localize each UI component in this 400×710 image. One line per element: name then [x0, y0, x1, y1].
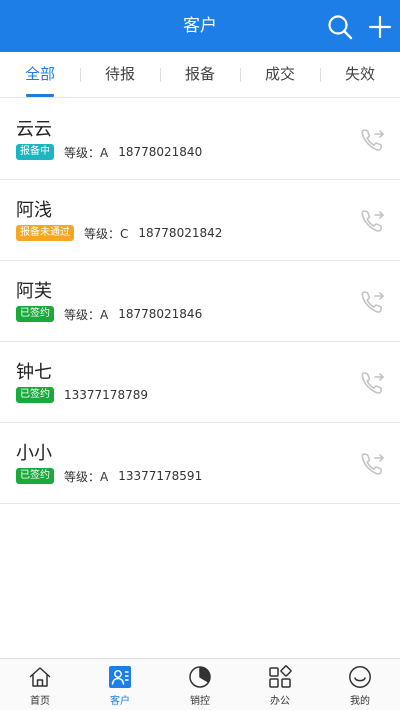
tab-label: 失效 [344, 65, 375, 83]
customer-phone: 18778021842 [138, 226, 223, 240]
customer-grade: 等级：A [64, 307, 109, 322]
status-badge: 已签约 [16, 468, 54, 484]
tabbar-item-sales-control[interactable]: 销控 [160, 659, 240, 710]
status-badge: 报备未通过 [16, 225, 74, 241]
customer-phone: 18778021840 [118, 145, 203, 159]
header-bar: 客户 [0, 0, 400, 52]
customer-row[interactable]: 钟七 已签约 13377178789 [0, 342, 400, 423]
call-forward-icon[interactable] [360, 370, 386, 396]
smile-icon [349, 666, 371, 688]
tab-expired[interactable]: 失效 [320, 52, 400, 98]
tab-label: 全部 [24, 65, 55, 83]
customer-meta: 报备中 等级：A 18778021840 [16, 143, 202, 161]
customer-list: 云云 报备中 等级：A 18778021840 阿浅 报备未通过 等级：C 18… [0, 99, 400, 504]
tab-label: 报备 [184, 65, 215, 83]
status-badge: 已签约 [16, 387, 54, 403]
customer-name: 阿浅 [16, 200, 52, 221]
call-forward-icon[interactable] [360, 289, 386, 315]
customer-meta: 已签约 13377178789 [16, 386, 148, 404]
customer-phone: 13377178591 [118, 469, 203, 483]
call-forward-icon[interactable] [360, 451, 386, 477]
home-icon [29, 667, 51, 687]
customer-name: 云云 [16, 119, 52, 140]
filter-tabs: 全部 待报 报备 成交 失效 [0, 52, 400, 98]
customer-name: 阿芙 [16, 281, 52, 302]
customer-row[interactable]: 阿芙 已签约 等级：A 18778021846 [0, 261, 400, 342]
tab-all[interactable]: 全部 [0, 52, 80, 98]
customer-name: 钟七 [16, 362, 52, 383]
tabbar-item-mine[interactable]: 我的 [320, 659, 400, 710]
tab-label: 待报 [104, 65, 135, 83]
customer-meta: 报备未通过 等级：C 18778021842 [16, 224, 222, 242]
tabbar-label: 客户 [110, 696, 130, 707]
customer-name: 小小 [16, 443, 52, 464]
customer-grade: 等级：A [64, 145, 109, 160]
customer-icon [109, 666, 131, 688]
tabbar-label: 办公 [270, 696, 290, 707]
tab-closed-deal[interactable]: 成交 [240, 52, 320, 98]
tab-pending[interactable]: 待报 [80, 52, 160, 98]
tabbar-item-home[interactable]: 首页 [0, 659, 80, 710]
tab-label: 成交 [264, 65, 295, 83]
customer-phone: 18778021846 [118, 307, 203, 321]
customer-phone: 13377178789 [64, 388, 148, 402]
tabbar-item-customer[interactable]: 客户 [80, 659, 160, 710]
customer-grade: 等级：A [64, 469, 109, 484]
customer-row[interactable]: 小小 已签约 等级：A 13377178591 [0, 423, 400, 504]
tabbar-label: 我的 [350, 696, 370, 707]
status-badge: 报备中 [16, 144, 54, 160]
call-forward-icon[interactable] [360, 208, 386, 234]
plus-icon[interactable] [367, 14, 393, 40]
customer-meta: 已签约 等级：A 18778021846 [16, 305, 202, 323]
customer-meta: 已签约 等级：A 13377178591 [16, 467, 202, 485]
search-icon[interactable] [327, 14, 353, 40]
active-tab-indicator [26, 94, 54, 97]
grid-icon [269, 665, 292, 688]
customer-row[interactable]: 云云 报备中 等级：A 18778021840 [0, 99, 400, 180]
bottom-tab-bar: 首页 客户 销控 办公 我的 [0, 658, 400, 710]
status-badge: 已签约 [16, 306, 54, 322]
customer-row[interactable]: 阿浅 报备未通过 等级：C 18778021842 [0, 180, 400, 261]
pie-chart-icon [189, 666, 211, 688]
tabbar-item-office[interactable]: 办公 [240, 659, 320, 710]
tab-reported[interactable]: 报备 [160, 52, 240, 98]
customer-grade: 等级：C [84, 226, 129, 241]
tabbar-label: 销控 [190, 696, 210, 707]
call-forward-icon[interactable] [360, 127, 386, 153]
tabbar-label: 首页 [30, 696, 50, 707]
